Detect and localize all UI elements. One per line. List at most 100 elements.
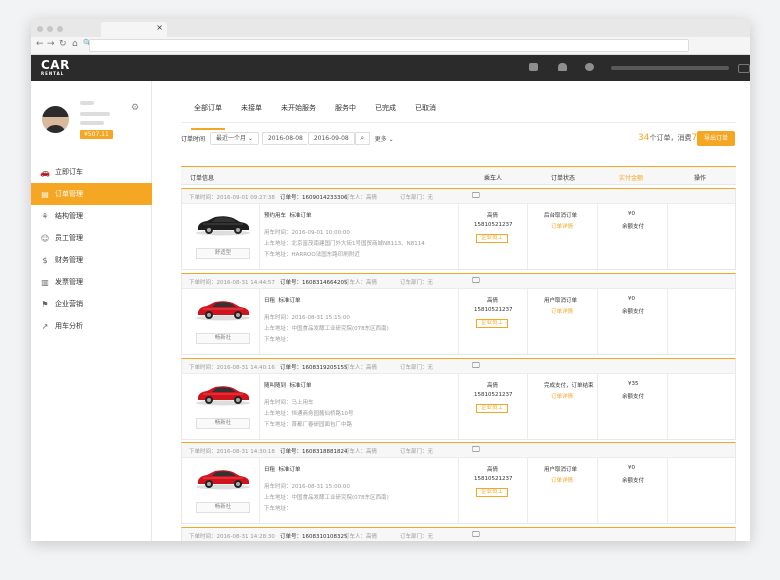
order-count: 34 [638,133,650,143]
sidebar-item-book-car[interactable]: 🚗 立即订车 [31,161,152,183]
flag-icon: ⚑ [41,299,49,309]
sidebar-item-label: 企业营销 [55,300,83,308]
monitor-icon[interactable]: 🖵 [472,276,480,286]
monitor-icon[interactable]: 🖵 [472,361,480,371]
passenger-name: 高倩 [487,298,499,304]
sidebar-item-staff[interactable]: ☺ 员工管理 [31,227,152,249]
sidebar-item-structure[interactable]: ⚘ 结构管理 [31,205,152,227]
home-icon[interactable]: ⌂ [72,39,78,49]
order-time: 下单时间：2016-09-01 09:27:38 [189,195,275,201]
monitor-icon[interactable]: 🖵 [472,530,480,540]
bell-icon[interactable] [558,63,567,71]
order-status: 用户取消订单 [544,467,578,473]
export-orders-button[interactable]: 导出订单 [697,131,735,146]
end-date-input[interactable]: 2016-09-08 [307,132,355,145]
tab-all[interactable]: 全部订单 [191,101,225,130]
employee-tag: 企业员工 [476,319,509,328]
chevron-down-icon: ⌄ [388,136,394,143]
search-button[interactable]: ⌕ [354,132,370,145]
tab-unaccepted[interactable]: 未接单 [241,101,262,122]
address-bar[interactable] [89,39,689,52]
start-date-input[interactable]: 2016-08-08 [261,132,308,145]
order-header: 下单时间：2016-08-31 14:44:57 订单号：16083146642… [182,274,735,289]
top-nav-bar: CAR RENTAL [31,55,750,81]
tab-close-icon[interactable]: × [156,23,163,32]
order-card: 下单时间：2016-09-01 09:27:38 订单号：16090142333… [181,188,736,270]
col-paid-amount[interactable]: 实付金额 [619,173,643,182]
order-card: 下单时间：2016-08-31 14:40:16 订单号：16083192051… [181,358,736,440]
order-type-name: 标准订单 [278,298,301,304]
use-time: 用车时间：2016-08-31 15:00:00 [264,484,350,490]
paid-amount: ¥35 [628,381,639,387]
pickup-address: 上车地址：北京富茂南建国门外大街1号国贸商城N8113、N8114 [264,241,425,247]
table-header: 订单信息 乘车人 订单状态 实付金额 操作 [181,166,736,185]
tab-completed[interactable]: 已完成 [375,101,396,122]
sidebar: ¥507.11 ⚙ 🚗 立即订车 ▤ 订单管理 ⚘ 结构管理 ☺ 员工管理 $ 财务管理 … [31,81,152,541]
employee-tag: 企业员工 [476,234,509,243]
paid-amount: ¥0 [628,465,635,471]
order-detail-link[interactable]: 订单详情 [551,476,573,484]
document-icon: ▤ [41,189,49,199]
order-time: 下单时间：2016-08-31 14:40:16 [189,365,275,371]
range-select[interactable]: 最近一个月 ⌄ [210,132,259,145]
order-type-name: 标准订单 [278,467,301,473]
car-icon: 🚗 [40,167,50,177]
order-booker: 订车人：高倩 [344,534,378,540]
order-tabs: 全部订单 未接单 未开始服务 服务中 已完成 已取消 [181,101,736,130]
browser-tab-bar: × [31,19,750,37]
sidebar-item-marketing[interactable]: ⚑ 企业营销 [31,293,152,315]
window-close-dot[interactable] [37,26,43,32]
tab-in-service[interactable]: 服务中 [335,101,356,122]
service-type-name: 日租 [264,298,276,304]
order-header: 下单时间：2016-08-31 14:40:16 订单号：16083192051… [182,359,735,374]
tab-cancelled[interactable]: 已取消 [415,101,436,122]
chevron-down-icon: ⌄ [247,135,253,142]
order-status: 完成支付，订单结束 [544,383,594,389]
payment-method: 余额支付 [622,394,645,400]
sidebar-item-analytics[interactable]: ↗ 用车分析 [31,315,152,337]
pickup-address: 上车地址：中国食品发酵工业研究院(078东区西南) [264,326,389,332]
forward-icon[interactable]: → [47,39,55,49]
order-department: 订车部门：无 [400,195,434,201]
logo[interactable]: CAR RENTAL [41,59,70,76]
monitor-icon[interactable]: 🖵 [472,445,480,455]
money-bag-icon[interactable] [585,63,594,71]
sidebar-item-finance[interactable]: $ 财务管理 [31,249,152,271]
sidebar-item-orders[interactable]: ▤ 订单管理 [31,183,152,205]
order-department: 订车部门：无 [400,280,434,286]
sidebar-item-invoice[interactable]: ▥ 发票管理 [31,271,152,293]
more-filter-toggle[interactable]: 更多 ⌄ [375,134,394,143]
window-minimize-dot[interactable] [47,26,53,32]
org-structure-icon: ⚘ [41,211,49,221]
gear-icon[interactable]: ⚙ [131,103,139,113]
car-class-label: 畅新社 [196,418,250,429]
service-type-name: 随叫随到 [264,383,287,389]
company-name-blurred [80,112,110,116]
avatar[interactable] [42,106,69,133]
order-number: 订单号：1608310108325 [280,534,348,540]
logout-button[interactable] [738,64,750,73]
order-number: 订单号：1608314664205 [280,280,348,286]
browser-tab[interactable]: × [101,22,167,37]
order-detail-link[interactable]: 订单详情 [551,392,573,400]
order-booker: 订车人：高倩 [344,449,378,455]
order-detail-link[interactable]: 订单详情 [551,222,573,230]
user-icon: ☺ [40,233,50,243]
order-time: 下单时间：2016-08-31 14:28:30 [189,534,275,540]
reload-icon[interactable]: ↻ [59,39,67,49]
back-icon[interactable]: ← [36,39,44,49]
order-detail-link[interactable]: 订单详情 [551,307,573,315]
summary-text: 个订单，消费 [649,134,692,142]
invoice-icon: ▥ [41,277,49,287]
user-name-blurred [80,101,94,105]
car-image [196,301,250,321]
sidebar-item-label: 订单管理 [55,190,83,198]
logo-text: CAR [41,58,70,72]
passenger-phone: 15810521237 [474,222,513,228]
window-maximize-dot[interactable] [57,26,63,32]
monitor-icon[interactable]: 🖵 [472,191,480,201]
use-time: 用车时间：2016-09-01 10:00:00 [264,230,350,236]
dropoff-address: 下车地址：HARROO法国东路印刷附近 [264,252,360,258]
mail-icon[interactable] [529,63,538,71]
tab-not-started[interactable]: 未开始服务 [281,101,316,122]
